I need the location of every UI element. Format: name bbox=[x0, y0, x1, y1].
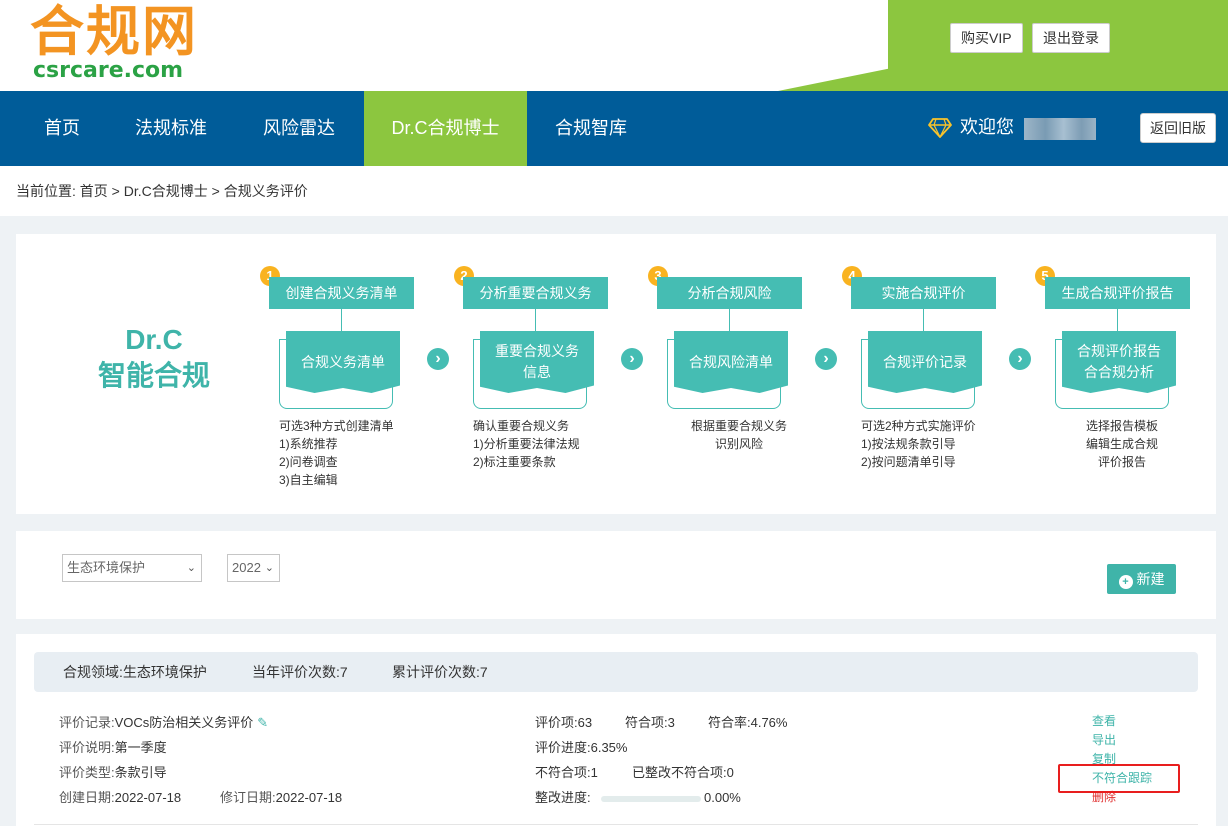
summary-domain: 合规领域:生态环境保护 bbox=[63, 664, 207, 680]
brand-line1: Dr.C bbox=[125, 324, 183, 355]
buy-vip-button[interactable]: 购买VIP bbox=[950, 23, 1023, 53]
plus-icon: + bbox=[1118, 575, 1133, 589]
next-arrow-icon: › bbox=[1009, 348, 1031, 370]
record-noncompliant: 不符合项:1 bbox=[535, 765, 598, 780]
new-button[interactable]: + 新建 bbox=[1107, 564, 1176, 594]
domain-select[interactable]: 生态环境保护 ⌄ bbox=[62, 554, 202, 582]
record-created-row: 创建日期:2022-07-18 bbox=[59, 790, 182, 805]
process-steps-panel: Dr.C 智能合规 1 创建合规义务清单 合规义务清单 可选3种方式创建清单 1)… bbox=[16, 234, 1216, 514]
step-document-icon[interactable]: 重要合规义务信息 bbox=[473, 331, 594, 409]
breadcrumb-drc[interactable]: Dr.C合规博士 bbox=[124, 183, 208, 199]
record-fix-label: 整改进度: bbox=[535, 790, 591, 805]
summary-total-count: 累计评价次数:7 bbox=[392, 664, 488, 680]
site-logo[interactable]: 合规网 csrcare.com bbox=[30, 4, 210, 86]
welcome-text: 欢迎您 bbox=[960, 117, 1014, 137]
breadcrumb-current: 合规义务评价 bbox=[223, 183, 308, 199]
logo-cn: 合规网 bbox=[30, 0, 198, 63]
nav-item-regulations[interactable]: 法规标准 bbox=[120, 91, 222, 166]
step-doc-label: 合规评价报告合合规分析 bbox=[1062, 331, 1176, 393]
divider bbox=[34, 824, 1198, 825]
year-select[interactable]: 2022 ⌄ bbox=[227, 554, 280, 582]
logo-en: csrcare.com bbox=[33, 58, 184, 83]
record-fix-value: 0.00% bbox=[704, 790, 741, 805]
step-description: 根据重要合规义务 识别风险 bbox=[690, 419, 787, 451]
record-name: VOCs防治相关义务评价 bbox=[114, 715, 254, 730]
step-document-icon[interactable]: 合规义务清单 bbox=[279, 331, 400, 409]
record-fixed: 已整改不符合项:0 bbox=[632, 765, 734, 780]
step-doc-label: 合规风险清单 bbox=[674, 331, 788, 393]
step-title[interactable]: 实施合规评价 bbox=[851, 277, 996, 309]
diamond-icon bbox=[928, 118, 952, 138]
chevron-down-icon: ⌄ bbox=[186, 562, 196, 574]
breadcrumb-home[interactable]: 首页 bbox=[80, 183, 108, 199]
breadcrumb: 当前位置: 首页 > Dr.C合规博士 > 合规义务评价 bbox=[0, 166, 1228, 216]
breadcrumb-separator: > bbox=[211, 183, 220, 199]
step-connector bbox=[535, 309, 536, 331]
fix-progress-bar bbox=[601, 796, 701, 802]
pencil-icon[interactable]: ✎ bbox=[257, 714, 268, 732]
nav-item-think-tank[interactable]: 合规智库 bbox=[540, 91, 642, 166]
step-doc-label: 重要合规义务信息 bbox=[480, 331, 594, 393]
breadcrumb-prefix: 当前位置: bbox=[16, 183, 76, 199]
filter-panel: 生态环境保护 ⌄ 2022 ⌄ + 新建 bbox=[16, 531, 1216, 619]
step-connector bbox=[341, 309, 342, 331]
step-document-icon[interactable]: 合规风险清单 bbox=[667, 331, 788, 409]
step-description: 可选3种方式创建清单 1)系统推荐 2)问卷调查 3)自主编辑 bbox=[279, 419, 394, 487]
highlight-box bbox=[1058, 764, 1180, 793]
summary-year-count: 当年评价次数:7 bbox=[252, 664, 348, 680]
step-document-icon[interactable]: 合规评价记录 bbox=[861, 331, 982, 409]
view-link[interactable]: 查看 bbox=[1092, 714, 1116, 728]
nav-item-drc[interactable]: Dr.C合规博士 bbox=[364, 91, 527, 166]
record-progress: 评价进度:6.35% bbox=[535, 740, 628, 755]
step-description: 确认重要合规义务 1)分析重要法律法规 2)标注重要条款 bbox=[473, 419, 580, 469]
nav-item-risk-radar[interactable]: 风险雷达 bbox=[248, 91, 350, 166]
brand-title: Dr.C 智能合规 bbox=[94, 322, 214, 394]
logout-button[interactable]: 退出登录 bbox=[1032, 23, 1110, 53]
main-nav: 首页 法规标准 风险雷达 Dr.C合规博士 合规智库 欢迎您 返回旧版 bbox=[0, 91, 1228, 166]
new-button-label: 新建 bbox=[1136, 571, 1165, 587]
year-select-value: 2022 bbox=[232, 560, 261, 575]
username-blurred bbox=[1024, 118, 1096, 140]
export-link[interactable]: 导出 bbox=[1092, 733, 1116, 747]
record-type-row: 评价类型:条款引导 bbox=[59, 765, 167, 780]
step-title[interactable]: 分析合规风险 bbox=[657, 277, 802, 309]
record-compliant: 符合项:3 bbox=[625, 715, 675, 730]
chevron-down-icon: ⌄ bbox=[264, 562, 274, 574]
breadcrumb-separator: > bbox=[111, 183, 120, 199]
record-modified-row: 修订日期:2022-07-18 bbox=[220, 790, 343, 805]
step-connector bbox=[1117, 309, 1118, 331]
next-arrow-icon: › bbox=[815, 348, 837, 370]
step-connector bbox=[923, 309, 924, 331]
nav-item-home[interactable]: 首页 bbox=[28, 91, 96, 166]
step-description: 可选2种方式实施评价 1)按法规条款引导 2)按问题清单引导 bbox=[861, 419, 976, 469]
step-title[interactable]: 分析重要合规义务 bbox=[463, 277, 608, 309]
domain-select-value: 生态环境保护 bbox=[67, 560, 146, 575]
step-connector bbox=[729, 309, 730, 331]
record-name-row: 评价记录:VOCs防治相关义务评价 ✎ bbox=[59, 714, 269, 732]
summary-bar: 合规领域:生态环境保护 当年评价次数:7 累计评价次数:7 bbox=[34, 652, 1198, 692]
step-doc-label: 合规评价记录 bbox=[868, 331, 982, 393]
record-items: 评价项:63 bbox=[535, 715, 593, 730]
step-title[interactable]: 生成合规评价报告 bbox=[1045, 277, 1190, 309]
step-doc-label: 合规义务清单 bbox=[286, 331, 400, 393]
old-version-button[interactable]: 返回旧版 bbox=[1140, 113, 1216, 143]
next-arrow-icon: › bbox=[427, 348, 449, 370]
step-document-icon[interactable]: 合规评价报告合合规分析 bbox=[1055, 331, 1176, 409]
step-title[interactable]: 创建合规义务清单 bbox=[269, 277, 414, 309]
record-rate: 符合率:4.76% bbox=[708, 715, 788, 730]
record-desc-row: 评价说明:第一季度 bbox=[59, 740, 167, 755]
step-description: 选择报告模板 编辑生成合规 评价报告 bbox=[1085, 419, 1158, 469]
next-arrow-icon: › bbox=[621, 348, 643, 370]
evaluation-record-panel: 合规领域:生态环境保护 当年评价次数:7 累计评价次数:7 评价记录:VOCs防… bbox=[16, 634, 1216, 826]
brand-line2: 智能合规 bbox=[97, 360, 210, 391]
top-header: 合规网 csrcare.com 购买VIP 退出登录 bbox=[0, 0, 1228, 91]
